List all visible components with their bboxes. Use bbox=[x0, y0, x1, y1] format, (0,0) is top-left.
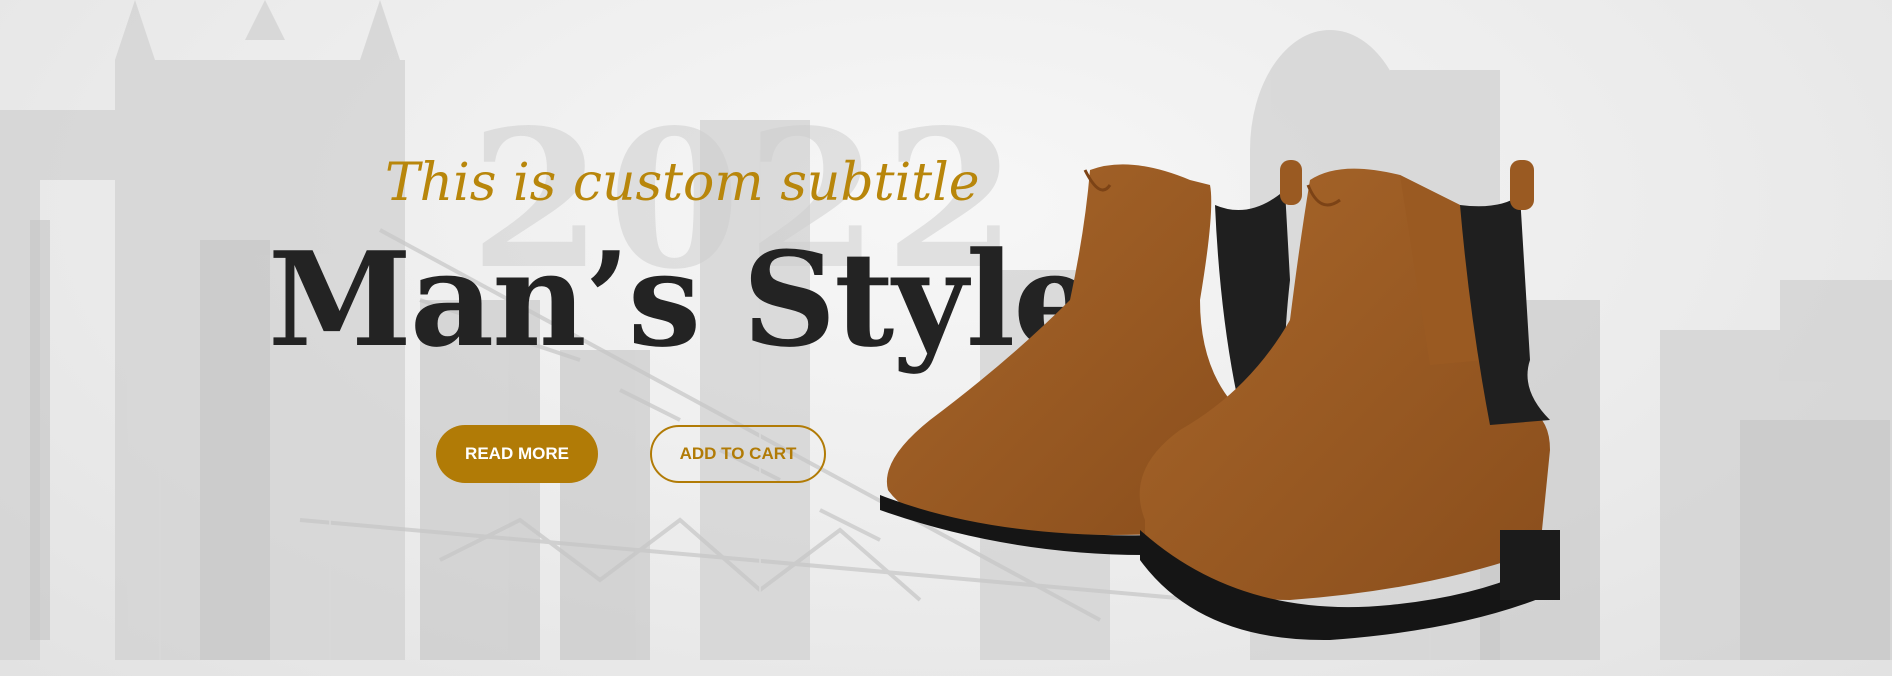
hero-banner: 2022 This is custom subtitle Man’s Style… bbox=[0, 0, 1892, 676]
read-more-button[interactable]: READ MORE bbox=[436, 425, 598, 483]
add-to-cart-button[interactable]: ADD TO CART bbox=[650, 425, 826, 483]
hero-subtitle: This is custom subtitle bbox=[385, 153, 980, 213]
chelsea-boots-image bbox=[880, 160, 1560, 641]
